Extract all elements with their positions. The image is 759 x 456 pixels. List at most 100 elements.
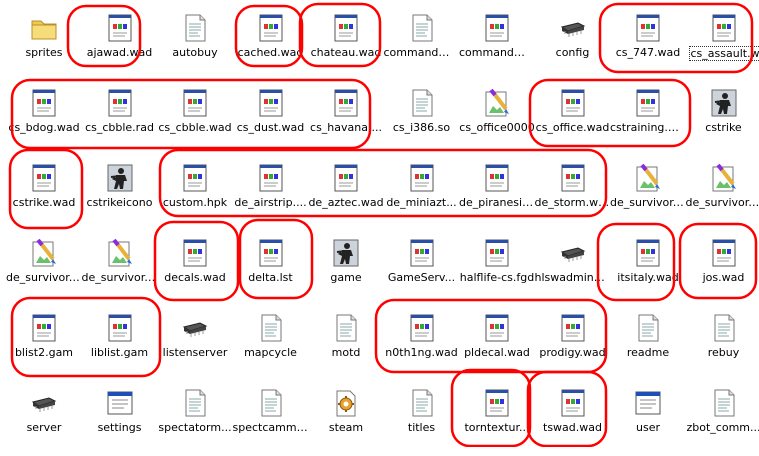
file-item[interactable]: jos.wad <box>686 231 759 306</box>
soldier-icon <box>710 87 738 119</box>
file-label: rebuy <box>686 346 759 359</box>
file-item[interactable]: cstrikeicono <box>82 156 158 231</box>
doc-icon <box>408 162 436 194</box>
file-item[interactable]: de_miniazt... <box>384 156 460 231</box>
file-item[interactable]: rebuy <box>686 306 759 381</box>
file-item[interactable]: de_aztec.wad <box>308 156 384 231</box>
file-item[interactable]: halflife-cs.fgd <box>459 231 535 306</box>
file-item[interactable]: cs_cbble.wad <box>157 81 233 156</box>
file-item[interactable]: tswad.wad <box>535 381 611 456</box>
file-item[interactable]: server <box>6 381 82 456</box>
file-label: liblist.gam <box>82 346 158 359</box>
paint-icon <box>634 162 662 194</box>
file-label: itsitaly.wad <box>610 271 686 284</box>
file-item[interactable]: mapcycle <box>233 306 309 381</box>
file-label: de_survivor.... <box>610 196 686 209</box>
file-label: mapcycle <box>233 346 309 359</box>
file-item[interactable]: de_survivor.... <box>6 231 82 306</box>
file-item[interactable]: ajawad.wad <box>82 6 158 81</box>
file-item[interactable]: steam <box>308 381 384 456</box>
paint-icon <box>30 237 58 269</box>
file-label: de_aztec.wad <box>308 196 384 209</box>
doc-icon <box>483 237 511 269</box>
file-label: n0th1ng.wad <box>384 346 460 359</box>
file-label: de_survivor.... <box>82 271 158 284</box>
file-label: halflife-cs.fgd <box>459 271 535 284</box>
file-item[interactable]: de_survivor.... <box>610 156 686 231</box>
doc-icon <box>181 237 209 269</box>
file-item[interactable]: de_piranesi.... <box>459 156 535 231</box>
file-label: steam <box>308 421 384 434</box>
file-item[interactable]: cached.wad <box>233 6 309 81</box>
file-label: de_survivor.... <box>686 196 759 209</box>
file-label: config <box>535 46 611 59</box>
file-item[interactable]: cs_dust.wad <box>233 81 309 156</box>
file-label: commandme... <box>459 46 535 59</box>
file-item[interactable]: titles <box>384 381 460 456</box>
file-item[interactable]: cs_i386.so <box>384 81 460 156</box>
file-item[interactable]: cs_cbble.rad <box>82 81 158 156</box>
file-item[interactable]: de_airstrip.... <box>233 156 309 231</box>
file-item[interactable]: hlswadminmod <box>535 231 611 306</box>
file-item[interactable]: prodigy.wad <box>535 306 611 381</box>
text-icon <box>332 312 360 344</box>
file-item[interactable]: cs_bdog.wad <box>6 81 82 156</box>
file-label: listenserver <box>157 346 233 359</box>
file-item[interactable]: liblist.gam <box>82 306 158 381</box>
file-item[interactable]: itsitaly.wad <box>610 231 686 306</box>
file-label: commandmenu <box>384 46 460 59</box>
file-label: settings <box>82 421 158 434</box>
file-item[interactable]: n0th1ng.wad <box>384 306 460 381</box>
file-item[interactable]: cs_assault.wad <box>686 6 759 81</box>
text-icon <box>408 12 436 44</box>
file-item[interactable]: settings <box>82 381 158 456</box>
text-icon <box>181 12 209 44</box>
file-item[interactable]: de_survivor.... <box>82 231 158 306</box>
file-item[interactable]: de_storm.wad <box>535 156 611 231</box>
file-item[interactable]: torntextur... <box>459 381 535 456</box>
file-item[interactable]: autobuy <box>157 6 233 81</box>
file-label: delta.lst <box>233 271 309 284</box>
file-label: tswad.wad <box>535 421 611 434</box>
text-icon <box>408 387 436 419</box>
file-item[interactable]: cstrike.wad <box>6 156 82 231</box>
doc-icon <box>634 87 662 119</box>
file-item[interactable]: listenserver <box>157 306 233 381</box>
file-item[interactable]: cs_747.wad <box>610 6 686 81</box>
paint-icon <box>710 162 738 194</box>
file-item[interactable]: zbot_comm... <box>686 381 759 456</box>
file-item[interactable]: game <box>308 231 384 306</box>
file-item[interactable]: pldecal.wad <box>459 306 535 381</box>
file-label: cs_havana.... <box>308 121 384 134</box>
file-label: jos.wad <box>686 271 759 284</box>
file-item[interactable]: cstrike <box>686 81 759 156</box>
file-item[interactable]: blist2.gam <box>6 306 82 381</box>
file-item[interactable]: de_survivor.... <box>686 156 759 231</box>
file-item[interactable]: user <box>610 381 686 456</box>
file-item[interactable]: decals.wad <box>157 231 233 306</box>
doc-icon <box>257 162 285 194</box>
file-item[interactable]: motd <box>308 306 384 381</box>
file-item[interactable]: custom.hpk <box>157 156 233 231</box>
file-item[interactable]: cs_office.wad <box>535 81 611 156</box>
doc-icon <box>634 237 662 269</box>
file-item[interactable]: spectcammenu <box>233 381 309 456</box>
file-item[interactable]: sprites <box>6 6 82 81</box>
file-item[interactable]: commandmenu <box>384 6 460 81</box>
file-label: motd <box>308 346 384 359</box>
file-item[interactable]: spectatorm... <box>157 381 233 456</box>
file-item[interactable]: GameServ... <box>384 231 460 306</box>
file-item[interactable]: config <box>535 6 611 81</box>
doc-icon <box>30 312 58 344</box>
file-item[interactable]: cs_havana.... <box>308 81 384 156</box>
file-item[interactable]: commandme... <box>459 6 535 81</box>
file-label: de_storm.wad <box>535 196 611 209</box>
file-item[interactable]: readme <box>610 306 686 381</box>
file-item[interactable]: delta.lst <box>233 231 309 306</box>
file-item[interactable]: cstraining.wad <box>610 81 686 156</box>
file-item[interactable]: chateau.wad <box>308 6 384 81</box>
doc-icon <box>30 162 58 194</box>
file-label: server <box>6 421 82 434</box>
file-item[interactable]: cs_office0000 <box>459 81 535 156</box>
window-icon <box>106 387 134 419</box>
